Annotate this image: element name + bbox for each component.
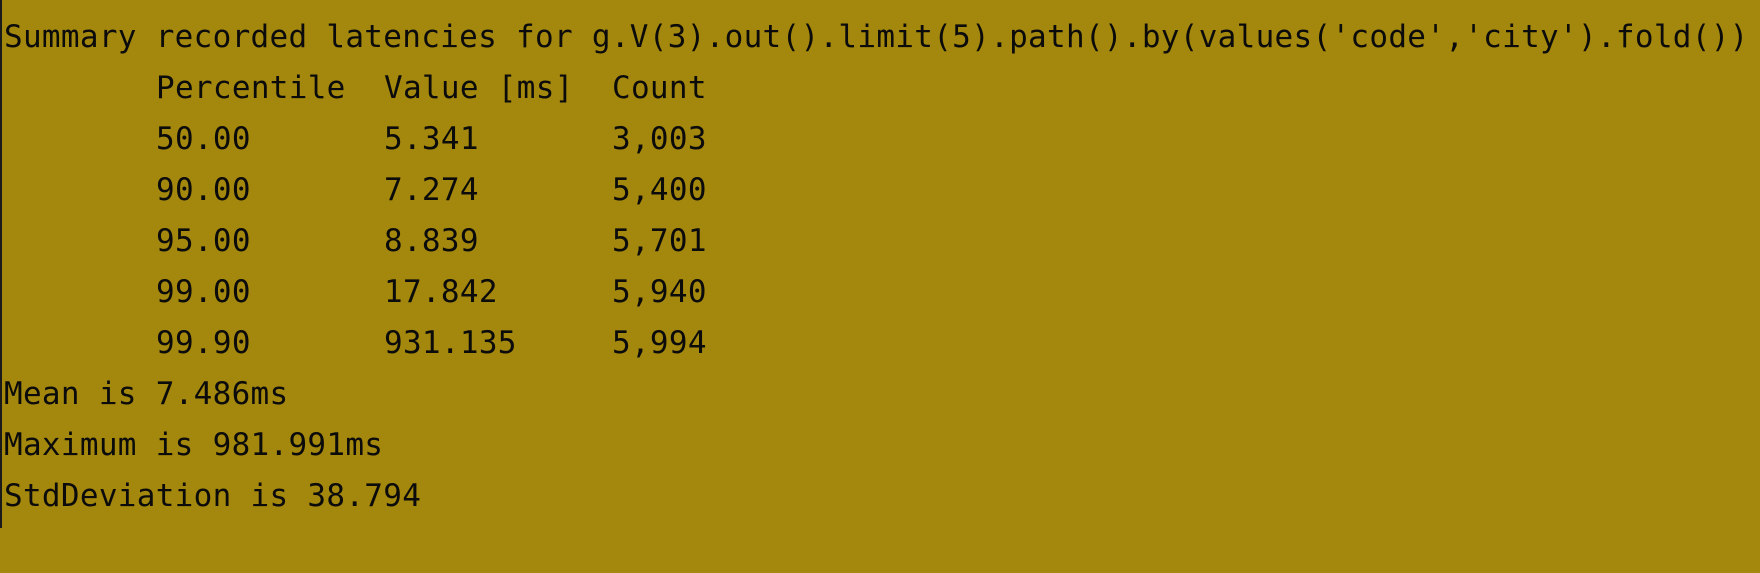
count-cell: 5,400 [612,172,707,208]
count-cell: 5,994 [612,325,707,361]
value-cell: 8.839 [384,223,479,259]
value-cell: 931.135 [384,325,517,361]
stddev-line: StdDeviation is 38.794 [4,478,422,514]
column-header-value: Value [ms] [384,70,574,106]
count-cell: 5,940 [612,274,707,310]
table-row: 95.00 8.839 5,701 [4,216,1704,267]
percentile-cell: 99.00 [156,274,251,310]
table-row: 99.90 931.135 5,994 [4,318,1704,369]
percentile-cell: 99.90 [156,325,251,361]
table-row: 50.00 5.341 3,003 [4,114,1704,165]
summary-line: Summary recorded latencies for g.V(3).ou… [4,19,1749,55]
table-row: 99.00 17.842 5,940 [4,267,1704,318]
column-header-count: Count [612,70,707,106]
maximum-line: Maximum is 981.991ms [4,427,384,463]
count-cell: 3,003 [612,121,707,157]
table-header-row: Percentile Value [ms] Count [4,63,1704,114]
percentile-cell: 90.00 [156,172,251,208]
terminal-output: Summary recorded latencies for g.V(3).ou… [0,0,1760,528]
mean-line: Mean is 7.486ms [4,376,289,412]
value-cell: 17.842 [384,274,498,310]
value-cell: 7.274 [384,172,479,208]
table-row: 90.00 7.274 5,400 [4,165,1704,216]
value-cell: 5.341 [384,121,479,157]
percentile-cell: 50.00 [156,121,251,157]
percentile-cell: 95.00 [156,223,251,259]
count-cell: 5,701 [612,223,707,259]
column-header-percentile: Percentile [156,70,346,106]
